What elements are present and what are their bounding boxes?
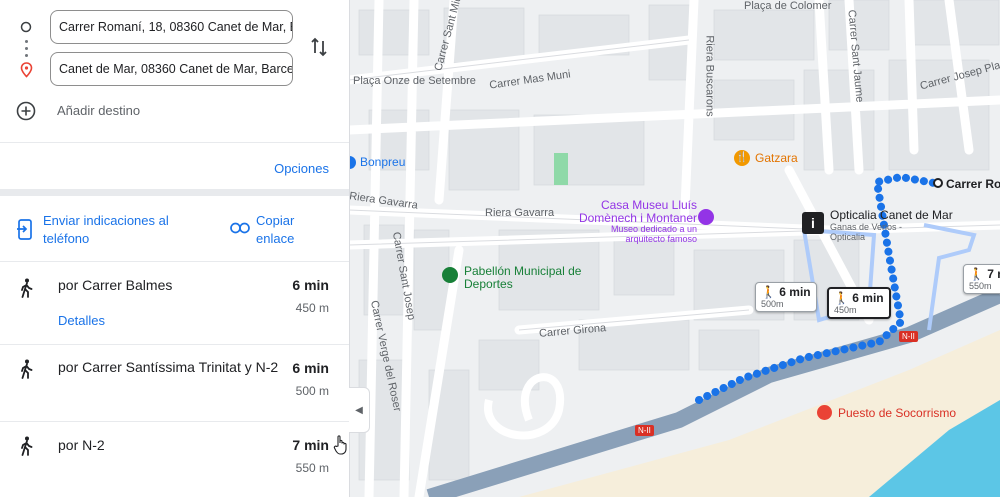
- walking-icon: 🚶: [969, 267, 984, 281]
- route-dot: [25, 47, 28, 50]
- directions-panel: Carrer Romaní, 18, 08360 Canet de Mar, B…: [0, 0, 350, 497]
- send-to-phone-icon[interactable]: [16, 219, 34, 241]
- bonpreu-poi[interactable]: Bonpreu: [349, 155, 405, 169]
- callout-time: 6 min: [779, 285, 811, 299]
- callout-distance: 500m: [761, 299, 784, 309]
- poi-label: Gatzara: [755, 151, 798, 165]
- send-to-phone-link[interactable]: Enviar indicaciones al teléfono: [43, 212, 183, 248]
- walking-icon: [21, 278, 33, 298]
- route-option[interactable]: por N-2 7 min 550 m: [0, 422, 349, 497]
- map-label: Riera Gavarra: [485, 207, 555, 219]
- casa-museu-sub: Museo dedicado a un arquitecto famoso: [610, 224, 697, 244]
- hand-cursor-icon: [333, 435, 347, 455]
- museum-icon[interactable]: [698, 209, 714, 225]
- route-option[interactable]: por Carrer Santíssima Trinitat y N-2 6 m…: [0, 345, 349, 421]
- route-name: por Carrer Santíssima Trinitat y N-2: [58, 359, 279, 375]
- socorrismo-poi[interactable]: Puesto de Socorrismo: [817, 405, 956, 420]
- section-divider: [0, 189, 349, 196]
- divider: [0, 142, 349, 143]
- road-badge: N-II: [635, 425, 654, 436]
- map-label: Plaça Onze de Setembre: [353, 75, 476, 87]
- route-callout-selected[interactable]: 🚶 6 min 450m: [827, 287, 891, 319]
- map-label: Plaça de Colomer: [744, 0, 832, 12]
- route-time: 6 min: [292, 277, 329, 293]
- collapse-panel-button[interactable]: ◀: [349, 387, 370, 433]
- options-link[interactable]: Opciones: [274, 161, 329, 176]
- callout-time: 6 min: [852, 291, 884, 305]
- chevron-left-icon: ◀: [355, 404, 363, 416]
- route-distance: 550 m: [295, 461, 329, 475]
- callout-time: 7 m: [987, 267, 1000, 281]
- route-time: 7 min: [292, 437, 329, 453]
- add-destination-icon[interactable]: [16, 101, 36, 121]
- route-callout[interactable]: 🚶 7 m 550m: [963, 264, 1000, 294]
- sports-icon: [442, 267, 458, 283]
- shop-icon: [349, 155, 356, 169]
- map-label: Riera Buscarons: [703, 35, 716, 117]
- callout-distance: 450m: [834, 305, 857, 315]
- poi-label: Bonpreu: [360, 155, 406, 169]
- add-destination-label[interactable]: Añadir destino: [57, 103, 140, 118]
- road-badge: N-II: [899, 331, 918, 342]
- info-icon[interactable]: i: [802, 212, 824, 234]
- details-link[interactable]: Detalles: [58, 313, 105, 328]
- casa-museu-label[interactable]: Casa Museu Lluís Domènech i Montaner: [569, 199, 697, 225]
- map-view[interactable]: Plaça de Colomer Plaça Onze de Setembre …: [349, 0, 1000, 497]
- destination-label: Carrer Ro: [946, 177, 1000, 191]
- route-dot: [25, 40, 28, 43]
- route-distance: 450 m: [295, 301, 329, 315]
- route-distance: 500 m: [295, 384, 329, 398]
- route-dot: [25, 54, 28, 57]
- poi-label: Pabellón Municipal de Deportes: [464, 264, 582, 291]
- route-callout[interactable]: 🚶 6 min 500m: [755, 282, 817, 312]
- route-name: por N-2: [58, 437, 105, 453]
- route-name: por Carrer Balmes: [58, 277, 173, 293]
- walking-icon: [21, 436, 33, 456]
- callout-distance: 550m: [969, 281, 992, 291]
- link-icon[interactable]: [230, 222, 250, 234]
- opticalia-label[interactable]: Opticalia Canet de Mar: [830, 208, 953, 222]
- pabellon-poi[interactable]: Pabellón Municipal de Deportes: [442, 265, 589, 291]
- restaurant-icon: 🍴: [734, 150, 750, 166]
- map-pin-icon: [817, 405, 832, 420]
- swap-directions-icon[interactable]: [309, 36, 329, 58]
- route-option[interactable]: por Carrer Balmes 6 min 450 m Detalles: [0, 262, 349, 344]
- walking-icon: 🚶: [761, 285, 776, 299]
- destination-input[interactable]: Canet de Mar, 08360 Canet de Mar, Barcel…: [50, 52, 293, 86]
- walking-icon: 🚶: [834, 291, 849, 305]
- destination-pin-icon: [20, 62, 33, 78]
- opticalia-sub: Ganas de Verlos - Opticalia: [830, 222, 903, 242]
- gatzara-poi[interactable]: 🍴 Gatzara: [734, 150, 798, 166]
- origin-circle-icon: [20, 21, 32, 33]
- copy-link[interactable]: Copiar enlace: [256, 212, 316, 248]
- walking-icon: [21, 359, 33, 379]
- origin-input[interactable]: Carrer Romaní, 18, 08360 Canet de Mar, B…: [50, 10, 293, 44]
- poi-label: Puesto de Socorrismo: [838, 405, 957, 420]
- route-time: 6 min: [292, 360, 329, 376]
